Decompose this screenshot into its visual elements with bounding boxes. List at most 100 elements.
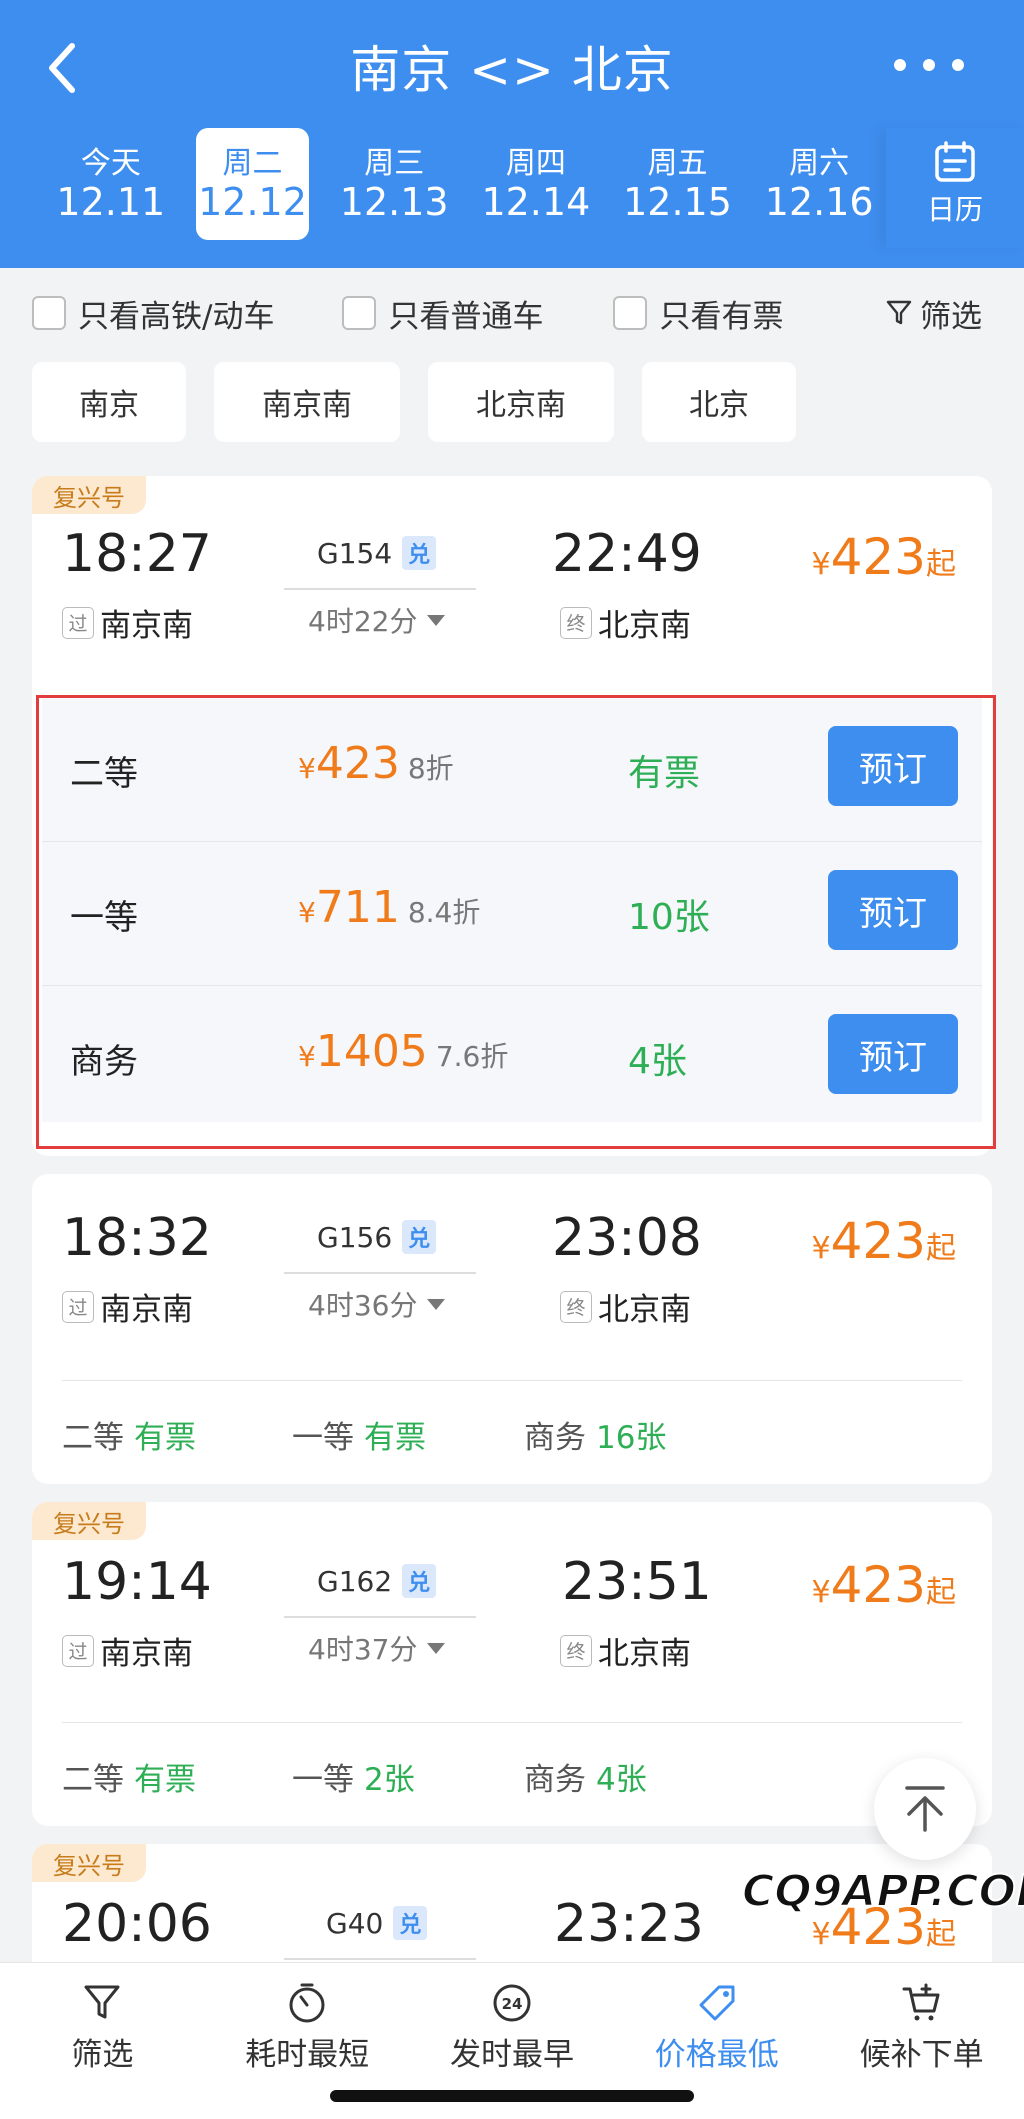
clock-24-icon: 24 — [493, 1984, 531, 2022]
redeem-badge: 兑 — [402, 536, 437, 570]
date-tab[interactable]: 周三 12.13 — [323, 128, 465, 240]
date-weekday: 周六 — [789, 146, 850, 181]
calendar-label: 日历 — [926, 193, 983, 226]
tab-waitlist-order[interactable]: 候补下单 — [819, 1963, 1024, 2119]
seat-class: 一等 — [70, 898, 138, 938]
date-weekday: 今天 — [80, 146, 141, 181]
route-title: 南京 <> 北京 — [350, 41, 674, 99]
only-regular-checkbox[interactable]: 只看普通车 — [342, 291, 543, 336]
currency-symbol: ¥ — [811, 547, 831, 582]
station-name: 南京南 — [100, 608, 193, 644]
date-value: 12.16 — [764, 180, 874, 224]
train-number: G156 兑 — [317, 1220, 507, 1254]
station-name: 南京南 — [100, 1292, 193, 1328]
pass-through-mark: 过 — [62, 1290, 94, 1323]
discount-text: 7.6折 — [435, 1040, 509, 1073]
date-tab-selected[interactable]: 周二 12.12 — [195, 128, 310, 240]
book-button[interactable]: 预订 — [828, 1014, 958, 1094]
redeem-badge: 兑 — [402, 1220, 437, 1254]
train-card-expanded[interactable]: 复兴号 18:27 G154 兑 4时22分 22:49 ¥423 起 过南京南 … — [32, 476, 992, 1156]
seat-availability: 有票 — [628, 753, 701, 794]
tab-label: 候补下单 — [859, 2037, 984, 2073]
arrival-station: 终北京南 — [560, 600, 691, 645]
date-tab[interactable]: 周四 12.14 — [465, 128, 607, 240]
departure-time: 18:27 — [62, 524, 212, 584]
date-weekday: 周二 — [222, 146, 283, 181]
date-tab[interactable]: 周六 12.16 — [748, 128, 890, 240]
arrival-time: 23:08 — [552, 1208, 702, 1268]
seat-class: 商务 — [70, 1042, 138, 1082]
price-amount: 423 — [830, 528, 926, 586]
checkbox-box[interactable] — [342, 296, 377, 330]
calendar-button[interactable]: 日历 — [886, 128, 1024, 248]
station-chip[interactable]: 南京南 — [214, 362, 400, 442]
seat-class: 一等 — [292, 1762, 354, 1798]
route-line — [284, 588, 476, 590]
checkbox-box[interactable] — [32, 296, 66, 330]
price-suffix: 起 — [926, 1231, 956, 1266]
currency-symbol: ¥ — [811, 1917, 831, 1952]
lowest-price: ¥423 起 — [811, 1212, 956, 1270]
arrival-station: 终北京南 — [560, 1628, 691, 1673]
date-weekday: 周三 — [364, 146, 425, 181]
back-to-top-button[interactable] — [874, 1758, 976, 1860]
seat-class: 商务 — [524, 1762, 586, 1798]
currency-symbol: ¥ — [298, 1040, 316, 1073]
currency-symbol: ¥ — [298, 896, 316, 929]
price-amount: 423 — [315, 738, 400, 789]
seat-availability: 4张 — [596, 1762, 647, 1798]
price-amount: 1405 — [315, 1026, 428, 1077]
seat-class: 二等 — [62, 1762, 124, 1798]
filter-button[interactable]: 筛选 — [886, 291, 982, 336]
price-amount: 711 — [315, 882, 400, 933]
checkbox-label: 只看普通车 — [388, 298, 544, 335]
departure-station: 过南京南 — [62, 1628, 193, 1673]
seat-availability: 有票 — [134, 1762, 196, 1798]
tab-label: 发时最早 — [449, 2037, 574, 2073]
train-number-text: G156 — [317, 1220, 393, 1254]
duration-toggle[interactable]: 4时37分 — [308, 1628, 446, 1668]
seat-summary-item: 一等 有票 — [292, 1412, 524, 1457]
duration-toggle[interactable]: 4时22分 — [308, 600, 446, 640]
date-tab-today[interactable]: 今天 12.11 — [40, 128, 182, 240]
book-button[interactable]: 预订 — [828, 870, 958, 950]
date-value: 12.11 — [56, 180, 166, 224]
more-options-icon[interactable] — [894, 50, 964, 80]
station-chip[interactable]: 北京南 — [428, 362, 614, 442]
departure-time: 19:14 — [62, 1552, 212, 1612]
station-name: 北京南 — [598, 608, 691, 644]
home-indicator — [330, 2090, 694, 2102]
chevron-down-icon — [427, 1642, 446, 1654]
station-chip[interactable]: 北京 — [642, 362, 796, 442]
route-line — [284, 1616, 476, 1618]
seat-summary-item: 二等 有票 — [62, 1412, 292, 1457]
discount-text: 8.4折 — [407, 896, 481, 929]
station-chip[interactable]: 南京 — [32, 362, 186, 442]
only-available-checkbox[interactable]: 只看有票 — [613, 291, 783, 336]
duration-text: 4时22分 — [308, 605, 418, 638]
price-amount: 423 — [830, 1212, 926, 1270]
train-card[interactable]: 18:32 G156 兑 4时36分 23:08 ¥423 起 过南京南 终北京南… — [32, 1174, 992, 1484]
price-amount: 423 — [830, 1556, 926, 1614]
seat-class: 一等 — [292, 1420, 354, 1456]
route-line — [284, 1272, 476, 1274]
terminal-mark: 终 — [560, 1634, 592, 1667]
date-weekday: 周四 — [505, 146, 566, 181]
arrival-time: 23:51 — [562, 1552, 712, 1612]
tab-filter[interactable]: 筛选 — [0, 1963, 205, 2119]
filter-row: 只看高铁/动车 只看普通车 只看有票 筛选 — [0, 268, 1024, 358]
stopwatch-icon — [289, 1983, 325, 2023]
lowest-price: ¥423 起 — [811, 1556, 956, 1614]
price-tag-icon — [699, 1985, 735, 2021]
book-button[interactable]: 预订 — [828, 726, 958, 806]
checkbox-box[interactable] — [613, 296, 648, 330]
only-high-speed-checkbox[interactable]: 只看高铁/动车 — [32, 291, 274, 336]
train-card[interactable]: 复兴号 19:14 G162 兑 4时37分 23:51 ¥423 起 过南京南 … — [32, 1502, 992, 1826]
cart-add-icon — [902, 1983, 940, 2021]
duration-toggle[interactable]: 4时36分 — [308, 1284, 446, 1324]
currency-symbol: ¥ — [298, 752, 316, 785]
fuxing-tag: 复兴号 — [32, 1844, 146, 1882]
seat-row: 商务 ¥1405 7.6折 4张 预订 — [42, 986, 982, 1122]
date-tab[interactable]: 周五 12.15 — [607, 128, 749, 240]
seat-row: 二等 ¥423 8折 有票 预订 — [42, 698, 982, 842]
